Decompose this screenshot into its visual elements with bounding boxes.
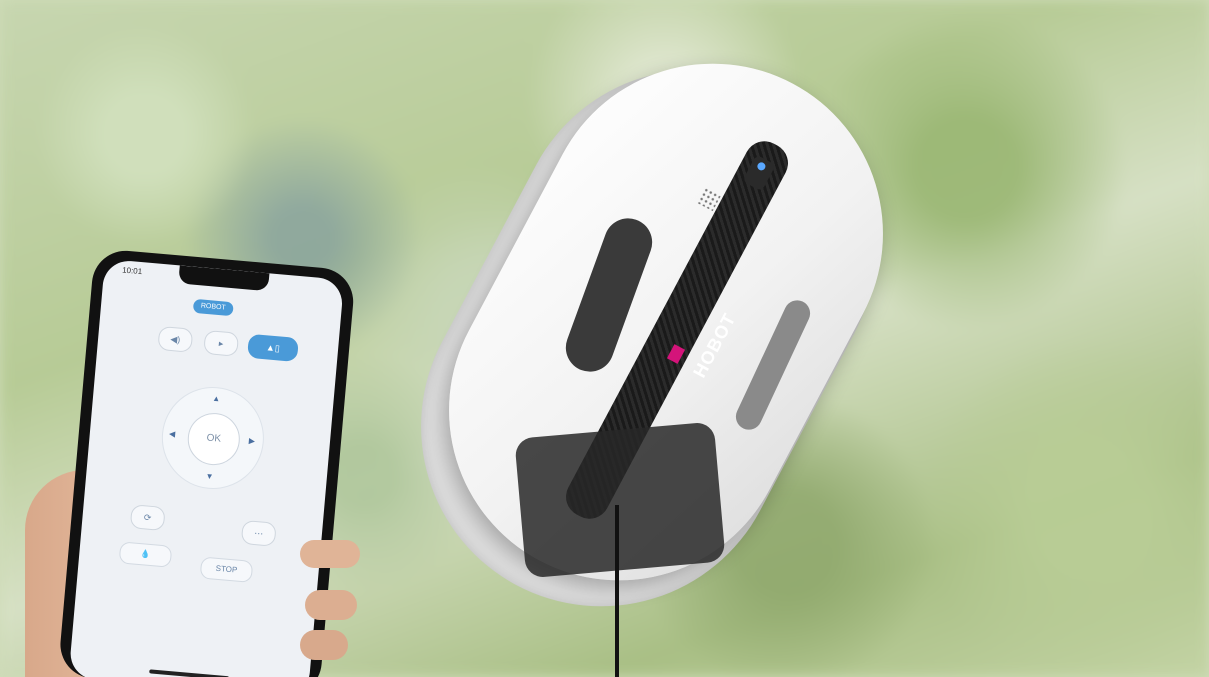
mode-button: ▲▯ <box>247 333 299 363</box>
arrow-right-icon: ▶ <box>248 436 256 446</box>
phone-screen: 10:01 ROBOT ◀) ▸ ▲▯ ▲ ▼ ◀ ▶ OK ⟳ ⋯ 💧 STO… <box>68 258 345 677</box>
status-time: 10:01 <box>121 265 143 277</box>
arrow-up-icon: ▲ <box>211 393 221 404</box>
water-drop-icon: 💧 <box>140 549 151 559</box>
settings-icon: ⋯ <box>253 527 264 539</box>
arrow-down-icon: ▼ <box>205 471 214 482</box>
stop-button: STOP <box>199 556 254 583</box>
volume-icon: ◀) <box>169 333 181 345</box>
cycle-button: ⟳ <box>129 504 166 532</box>
mode-icon: ▲▯ <box>265 342 281 354</box>
cycle-icon: ⟳ <box>143 512 152 523</box>
robot-transparent-housing <box>514 421 726 579</box>
direction-pad: ▲ ▼ ◀ ▶ OK <box>157 382 269 494</box>
robot-title-pill: ROBOT <box>192 298 234 317</box>
finger <box>300 630 348 660</box>
thumb <box>300 540 360 568</box>
ok-button: OK <box>185 410 242 468</box>
power-cable <box>615 505 619 677</box>
robot-led-icon <box>755 160 767 172</box>
photo-scene: HOBOT 10:01 ROBOT ◀) ▸ ▲▯ ▲ ▼ ◀ ▶ OK ⟳ ⋯… <box>0 0 1209 677</box>
finger <box>305 590 357 620</box>
arrow-left-icon: ◀ <box>168 429 176 439</box>
play-icon: ▸ <box>218 338 224 349</box>
water-spray-button: 💧 <box>118 541 173 568</box>
settings-button: ⋯ <box>240 519 277 547</box>
phone-notch <box>178 265 270 292</box>
play-button: ▸ <box>203 329 240 357</box>
volume-button: ◀) <box>157 325 194 353</box>
home-indicator <box>149 669 230 677</box>
